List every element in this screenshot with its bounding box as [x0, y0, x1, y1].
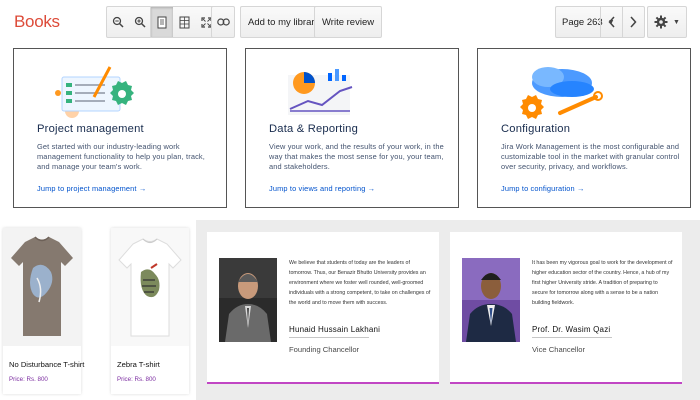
page-navigation: Page 263 ▼ [555, 6, 645, 38]
data-reporting-illustration [288, 69, 353, 115]
profile-quote: We believe that students of today are th… [289, 260, 431, 306]
project-management-illustration [55, 66, 134, 118]
card-title: Configuration [501, 123, 571, 135]
card-link[interactable]: Jump to views and reporting → [269, 184, 375, 193]
profile-divider [532, 337, 612, 338]
profile-card: We believe that students of today are th… [207, 232, 439, 384]
feature-card-configuration: Configuration Jira Work Management is th… [477, 48, 691, 208]
product-price: Price: Rs. 800 [117, 376, 156, 383]
portrait-photo [462, 258, 520, 342]
profile-name: Hunaid Hussain Lakhani [289, 325, 381, 334]
product-price: Price: Rs. 800 [9, 376, 48, 383]
books-logo[interactable]: Books [14, 12, 60, 32]
card-description: Get started with our industry-leading wo… [37, 142, 205, 171]
portrait-photo [219, 258, 277, 342]
two-page-icon[interactable] [173, 7, 195, 37]
link-icon[interactable] [212, 7, 234, 37]
page-selector-label: Page 263 [562, 16, 603, 28]
profile-card: It has been my vigorous goal to work for… [450, 232, 682, 384]
tshirt-image [111, 228, 189, 346]
product-name: No Disturbance T-shirt [9, 360, 85, 369]
card-title: Data & Reporting [269, 123, 359, 135]
profile-title: Vice Chancellor [532, 345, 586, 354]
card-title: Project management [37, 123, 144, 135]
product-name: Zebra T-shirt [117, 360, 160, 369]
view-mode-controls [150, 6, 218, 38]
settings-button[interactable]: ▼ [647, 6, 687, 38]
profile-title: Founding Chancellor [289, 345, 360, 354]
link-control [211, 6, 235, 38]
write-review-label: Write review [322, 16, 375, 28]
chevron-left-icon[interactable] [600, 7, 622, 37]
product-card[interactable]: Zebra T-shirt Price: Rs. 800 [111, 228, 189, 394]
configuration-illustration [520, 67, 603, 119]
card-link[interactable]: Jump to project management → [37, 184, 146, 193]
zoom-out-icon[interactable] [107, 7, 129, 37]
profile-divider [289, 337, 369, 338]
page-selector[interactable]: Page 263 ▼ [556, 7, 615, 37]
product-card[interactable]: No Disturbance T-shirt Price: Rs. 800 [3, 228, 85, 394]
feature-card-project-management: Project management Get started with our … [13, 48, 227, 208]
gear-icon[interactable]: ▼ [648, 7, 686, 37]
tshirt-image [3, 228, 81, 346]
profile-name: Prof. Dr. Wasim Qazi [532, 325, 611, 334]
feature-card-data-reporting: Data & Reporting View your work, and the… [245, 48, 459, 208]
add-to-library-label: Add to my library [248, 16, 320, 28]
card-description: View your work, and the results of your … [269, 142, 444, 171]
write-review-button[interactable]: Write review [314, 6, 383, 38]
books-toolbar: Books Add to my library ▼ Write review Pa… [0, 0, 700, 42]
dropdown-caret-icon: ▼ [673, 18, 680, 26]
zoom-controls [106, 6, 152, 38]
zoom-in-icon[interactable] [129, 7, 151, 37]
single-page-icon[interactable] [151, 7, 173, 37]
card-link[interactable]: Jump to configuration → [501, 184, 585, 193]
profile-quote: It has been my vigorous goal to work for… [532, 260, 673, 306]
card-description: Jira Work Management is the most configu… [501, 142, 680, 171]
chevron-right-icon[interactable] [622, 7, 644, 37]
